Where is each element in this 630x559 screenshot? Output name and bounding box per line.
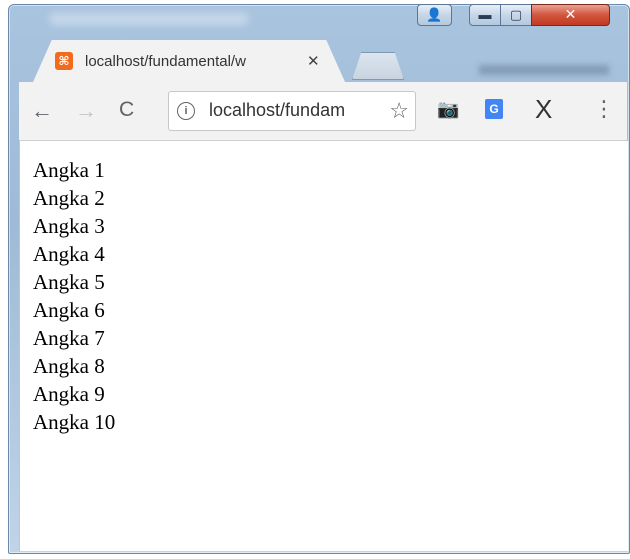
number-list: Angka 1 Angka 2 Angka 3 Angka 4 Angka 5 … [33, 156, 115, 436]
close-window-button[interactable]: ✕ [531, 4, 610, 26]
list-item: Angka 8 [33, 354, 105, 378]
address-bar[interactable]: i localhost/fundam ☆ [168, 91, 416, 131]
list-item: Angka 6 [33, 298, 105, 322]
list-item: Angka 7 [33, 326, 105, 350]
title-bar-blur [49, 13, 249, 25]
minimize-button[interactable]: ▬ [469, 4, 501, 26]
back-arrow-icon[interactable]: ← [31, 98, 53, 124]
list-item: Angka 9 [33, 382, 105, 406]
page-content: Angka 1 Angka 2 Angka 3 Angka 4 Angka 5 … [19, 141, 628, 551]
list-item: Angka 10 [33, 410, 116, 434]
list-item: Angka 1 [33, 158, 105, 182]
list-item: Angka 4 [33, 242, 105, 266]
list-item: Angka 5 [33, 270, 105, 294]
close-icon: ✕ [564, 6, 577, 22]
browser-toolbar: ← → C i localhost/fundam ☆ 📷 G X ⋮ [19, 82, 627, 141]
minimize-icon: ▬ [478, 7, 492, 22]
forward-arrow-icon[interactable]: → [75, 98, 97, 124]
reload-icon[interactable]: C [119, 98, 134, 122]
xampp-favicon-icon: ⌘ [55, 52, 73, 70]
list-item: Angka 2 [33, 186, 105, 210]
info-icon[interactable]: i [177, 102, 195, 120]
tab-title: localhost/fundamental/w [85, 52, 246, 70]
menu-icon[interactable]: ⋮ [593, 96, 615, 122]
x-extension-icon[interactable]: X [535, 94, 552, 125]
bookmark-star-icon[interactable]: ☆ [389, 98, 409, 124]
maximize-icon: ▢ [509, 7, 523, 22]
tab-close-icon[interactable]: ✕ [307, 52, 320, 70]
browser-tab[interactable]: ⌘ localhost/fundamental/w ✕ [33, 40, 345, 82]
url-text[interactable]: localhost/fundam [209, 100, 377, 121]
profile-button[interactable]: 👤 [417, 4, 452, 26]
camera-icon[interactable]: 📷 [437, 99, 459, 120]
translate-icon[interactable]: G [485, 99, 503, 119]
user-icon: 👤 [426, 7, 443, 22]
list-item: Angka 3 [33, 214, 105, 238]
maximize-button[interactable]: ▢ [500, 4, 532, 26]
bookmark-bar-blur [479, 65, 609, 75]
